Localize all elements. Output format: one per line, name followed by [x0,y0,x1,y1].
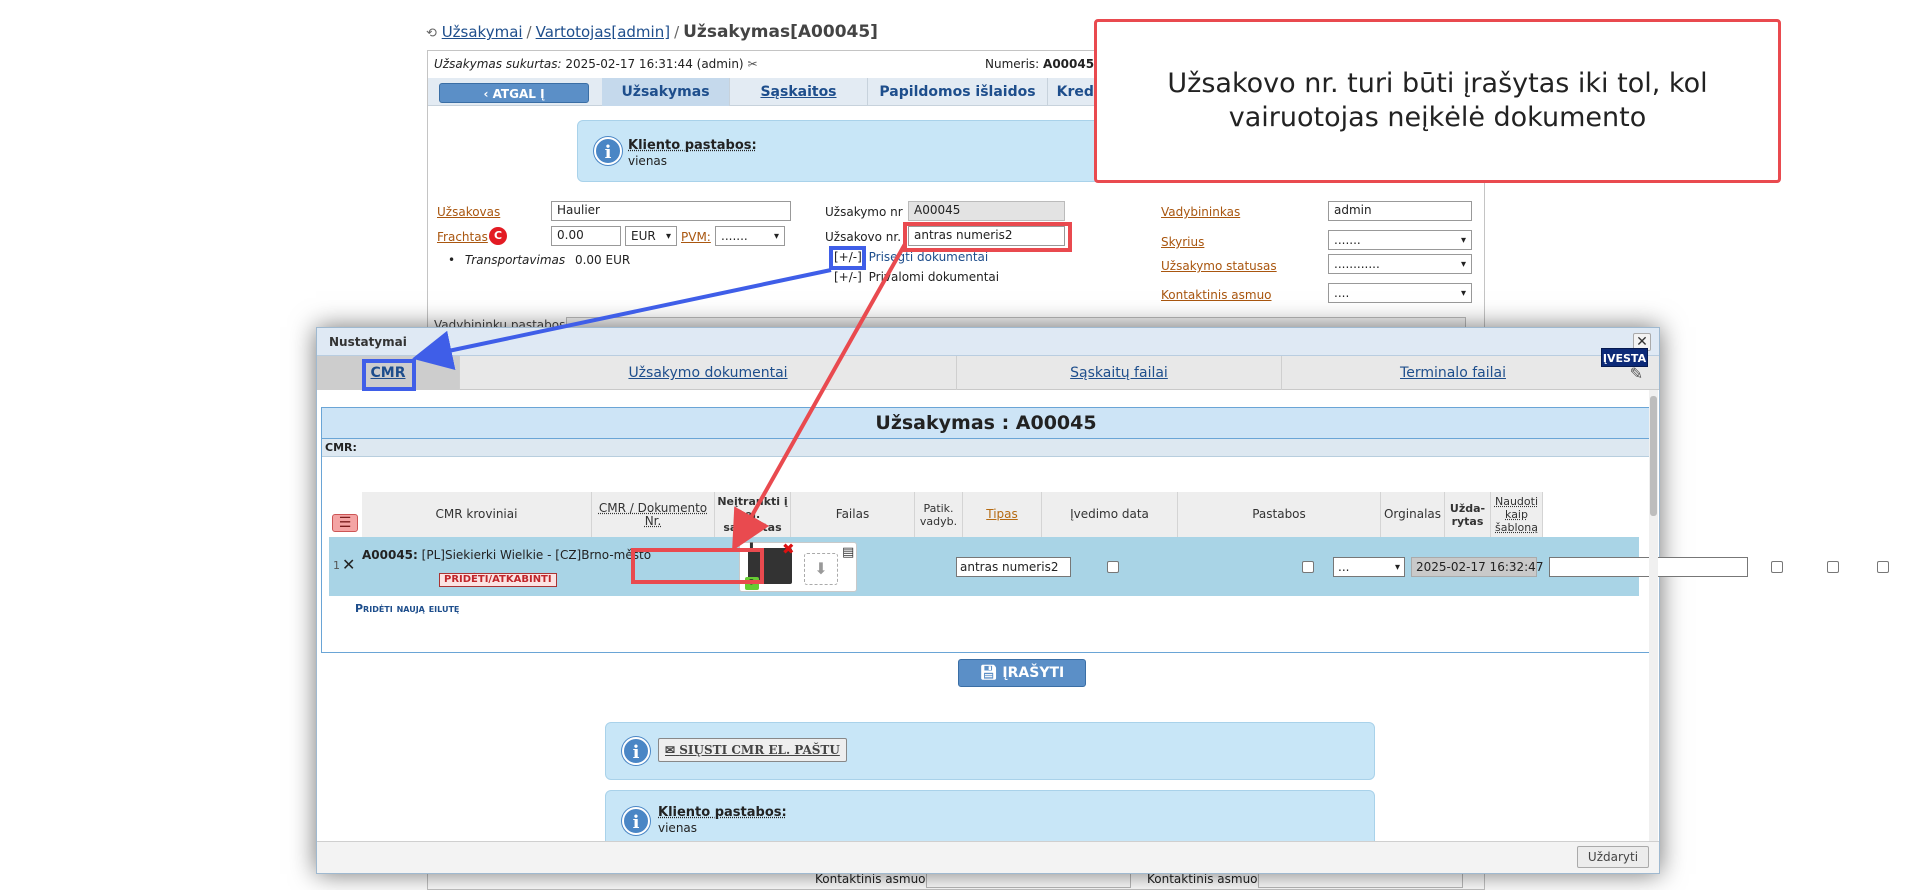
arrow-customer-no-to-doc-no [732,243,907,551]
arrow-attached-to-cmr-tab [412,268,832,370]
annotation-arrows [412,243,907,551]
